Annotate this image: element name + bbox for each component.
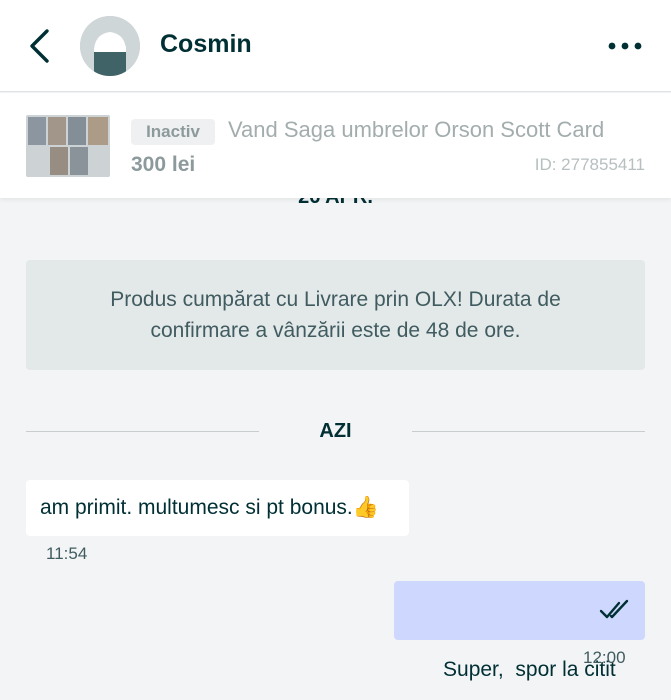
chat-header: Cosmin xyxy=(0,0,671,92)
system-message: Produs cumpărat cu Livrare prin OLX! Dur… xyxy=(26,260,645,370)
incoming-message[interactable]: am primit. multumesc si pt bonus.👍 xyxy=(26,480,409,536)
double-check-icon xyxy=(599,599,629,619)
divider xyxy=(412,431,645,432)
ad-thumbnail xyxy=(26,115,110,177)
book-covers-image xyxy=(26,115,110,177)
outgoing-message[interactable]: Super, spor la citit xyxy=(394,581,645,681)
user-placeholder-icon xyxy=(80,16,140,76)
date-separator: AZI xyxy=(26,420,645,444)
chat-screen: Cosmin Inactiv Vand Saga umbrelor Orson … xyxy=(0,0,671,700)
contact-name[interactable]: Cosmin xyxy=(160,30,252,59)
ad-id: ID: 277855411 xyxy=(534,155,645,174)
ad-summary-card[interactable]: Inactiv Vand Saga umbrelor Orson Scott C… xyxy=(0,93,671,198)
avatar[interactable] xyxy=(80,16,140,76)
status-badge: Inactiv xyxy=(131,119,215,145)
message-time: 11:54 xyxy=(46,544,88,563)
message-list: 26 APR. Produs cumpărat cu Livrare prin … xyxy=(0,186,671,700)
back-button[interactable] xyxy=(22,26,56,66)
chevron-left-icon xyxy=(30,29,49,63)
more-horizontal-icon xyxy=(608,42,642,50)
more-options-button[interactable] xyxy=(605,30,645,62)
message-time: 12:00 xyxy=(583,648,626,667)
ad-title: Vand Saga umbrelor Orson Scott Card xyxy=(228,117,605,142)
ad-price: 300 lei xyxy=(131,153,196,176)
